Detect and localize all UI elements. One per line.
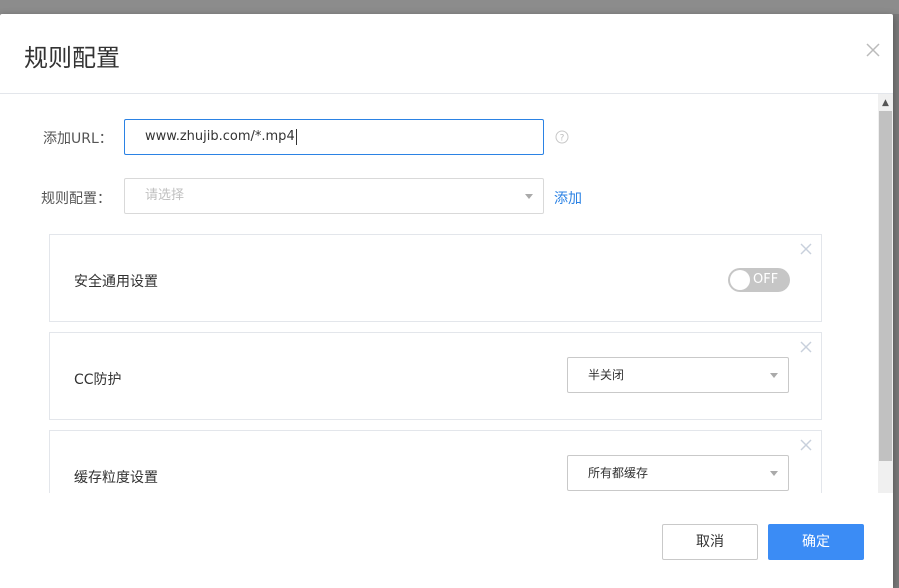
scrollbar-thumb[interactable] bbox=[879, 111, 892, 461]
cache-granularity-select[interactable]: 所有都缓存 bbox=[567, 455, 789, 491]
chevron-down-icon bbox=[525, 194, 533, 199]
add-rule-link[interactable]: 添加 bbox=[554, 188, 582, 208]
rule-card-cc-protection: CC防护 半关闭 bbox=[49, 332, 822, 420]
rule-card-label: CC防护 bbox=[74, 372, 122, 388]
rule-card-label: 安全通用设置 bbox=[74, 274, 158, 290]
rule-config-label: 规则配置： bbox=[41, 191, 111, 207]
svg-text:?: ? bbox=[560, 134, 565, 144]
dialog-title: 规则配置 bbox=[24, 44, 120, 72]
confirm-button[interactable]: 确定 bbox=[768, 524, 864, 560]
close-icon[interactable] bbox=[799, 340, 813, 354]
toggle-knob bbox=[730, 270, 750, 290]
rule-card-security: 安全通用设置 OFF bbox=[49, 234, 822, 322]
rule-card-cache-granularity: 缓存粒度设置 所有都缓存 bbox=[49, 430, 822, 493]
vertical-scrollbar[interactable]: ▲ bbox=[878, 94, 893, 493]
rule-config-dialog: 规则配置 添加URL： www.zhujib.com/*.mp4 ? 规则配置：… bbox=[0, 14, 893, 588]
url-input-value: www.zhujib.com/*.mp4 bbox=[145, 129, 295, 144]
security-toggle[interactable]: OFF bbox=[728, 268, 790, 292]
close-icon[interactable] bbox=[799, 242, 813, 256]
url-input[interactable]: www.zhujib.com/*.mp4 bbox=[124, 119, 544, 155]
help-circle-icon[interactable]: ? bbox=[555, 130, 569, 144]
toggle-state-text: OFF bbox=[753, 272, 779, 287]
text-caret bbox=[295, 128, 297, 145]
rule-select-placeholder: 请选择 bbox=[145, 188, 185, 203]
rule-card-label: 缓存粒度设置 bbox=[74, 470, 158, 486]
select-value: 半关闭 bbox=[588, 368, 625, 382]
rule-config-select[interactable]: 请选择 bbox=[124, 178, 544, 214]
scroll-up-arrow-icon[interactable]: ▲ bbox=[878, 96, 893, 110]
modal-backdrop bbox=[0, 0, 899, 14]
dialog-header: 规则配置 bbox=[0, 14, 893, 94]
dialog-body: 添加URL： www.zhujib.com/*.mp4 ? 规则配置： 请选择 … bbox=[0, 94, 893, 493]
chevron-down-icon bbox=[770, 373, 778, 378]
cc-protection-select[interactable]: 半关闭 bbox=[567, 357, 789, 393]
chevron-down-icon bbox=[770, 471, 778, 476]
close-icon[interactable] bbox=[799, 438, 813, 452]
cancel-button[interactable]: 取消 bbox=[662, 524, 758, 560]
select-value: 所有都缓存 bbox=[588, 466, 649, 480]
url-label: 添加URL： bbox=[43, 131, 113, 147]
close-icon[interactable] bbox=[863, 40, 883, 60]
dialog-footer: 取消 确定 bbox=[0, 493, 893, 588]
